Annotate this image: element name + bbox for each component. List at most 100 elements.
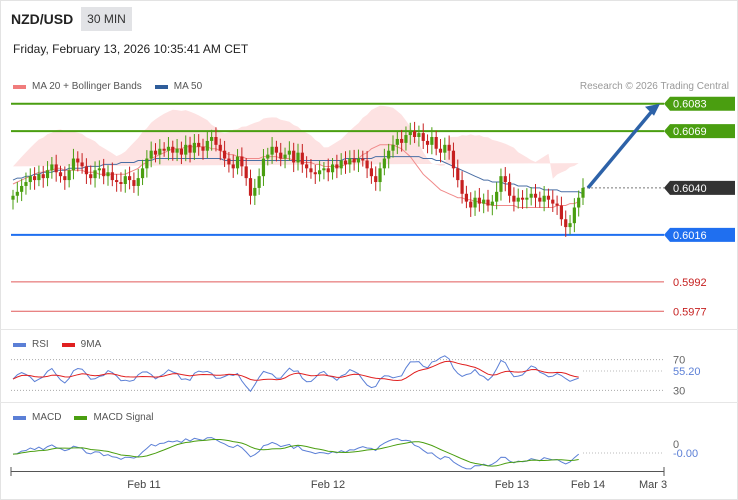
candle-body <box>222 150 227 159</box>
candle <box>482 193 486 214</box>
x-tick-label: Mar 3 <box>639 479 667 491</box>
candle <box>525 188 529 209</box>
candle-body <box>391 144 395 151</box>
level-0.6016: 0.6016 <box>11 227 735 242</box>
candle-body <box>253 187 257 196</box>
candle-body <box>115 180 119 183</box>
candle-body <box>97 168 101 171</box>
candle-body <box>520 197 525 200</box>
candle-body <box>171 146 175 153</box>
candle <box>568 215 572 235</box>
candle <box>499 168 503 201</box>
candle-body <box>227 158 231 165</box>
candle-body <box>244 166 248 179</box>
candle-body <box>447 144 451 151</box>
level-0.6040: 0.6040 <box>583 180 735 195</box>
candle-body <box>24 182 28 186</box>
candle-body <box>417 133 421 137</box>
x-tick-label: Feb 11 <box>127 479 160 491</box>
candle-body <box>339 160 343 169</box>
candle-body <box>184 144 188 155</box>
candle <box>253 178 257 205</box>
candle-body <box>214 137 218 145</box>
candle <box>425 134 430 154</box>
candle <box>32 167 37 190</box>
candle-body <box>499 176 503 192</box>
candle-body <box>54 164 58 173</box>
candle-body <box>564 219 568 228</box>
candle-body <box>313 172 317 175</box>
candle-body <box>473 197 477 208</box>
candle-body <box>84 166 89 175</box>
candle <box>248 169 253 205</box>
candle-body <box>71 158 76 171</box>
candle <box>477 187 481 212</box>
candle-body <box>577 197 581 208</box>
candle <box>37 165 41 187</box>
candle-body <box>464 193 469 202</box>
candle-body <box>292 150 296 163</box>
level-label: 0.6016 <box>673 230 707 242</box>
candle-body <box>412 131 417 137</box>
price-chart: 0.6083 0.6069 0.6040 0.6016 0.5992 0.5977 70 30… <box>0 96 738 491</box>
candle-body <box>106 172 110 177</box>
candle-body <box>456 168 460 181</box>
level-0.5977: 0.5977 <box>11 306 707 318</box>
candle-body <box>67 170 71 181</box>
candle-body <box>300 152 304 165</box>
candle-body <box>197 142 201 147</box>
candle <box>11 189 15 210</box>
candle <box>473 190 477 216</box>
x-tick-label: Feb 13 <box>495 479 529 491</box>
candle-body <box>330 164 335 173</box>
x-tick-label: Feb 12 <box>311 479 345 491</box>
candle-body <box>378 168 382 183</box>
candle <box>28 168 32 190</box>
level-label: 0.6083 <box>673 99 707 111</box>
rsi-level-label: 70 <box>673 355 685 367</box>
candle-body <box>210 137 214 141</box>
candle-body <box>76 158 80 163</box>
candle-body <box>50 164 54 171</box>
candle-body <box>140 168 145 179</box>
candle <box>369 161 374 184</box>
candle-body <box>153 150 158 155</box>
candle <box>313 164 317 184</box>
candle <box>577 190 581 217</box>
candle-body <box>533 193 538 198</box>
candle-body <box>188 144 192 153</box>
candle <box>564 210 568 237</box>
candle-body <box>572 207 576 224</box>
candle-body <box>404 135 408 143</box>
candle-body <box>32 176 37 181</box>
candle-body <box>361 158 365 161</box>
candle <box>438 139 443 163</box>
level-0.5992: 0.5992 <box>11 277 707 289</box>
candle-body <box>58 172 63 177</box>
candle <box>127 166 132 190</box>
candle-body <box>45 170 50 179</box>
macd-current-label: -0.00 <box>673 448 698 460</box>
candle <box>15 182 19 203</box>
macd-signal-line <box>12 439 579 467</box>
candle-body <box>274 146 279 153</box>
candle <box>507 173 512 203</box>
candle <box>115 174 119 192</box>
candle <box>257 168 261 195</box>
candle-body <box>175 148 179 153</box>
candle-body <box>305 164 309 169</box>
candle-body <box>123 176 127 184</box>
candle-body <box>192 142 196 153</box>
candle <box>464 185 469 209</box>
level-label: 0.6069 <box>673 126 707 138</box>
candle-body <box>270 146 274 155</box>
candle-body <box>89 174 93 179</box>
candle-body <box>248 178 253 196</box>
candle-body <box>369 168 374 177</box>
candle-body <box>162 148 166 151</box>
candle-body <box>503 176 507 183</box>
candle-body <box>231 164 235 169</box>
candle <box>378 162 382 192</box>
macd-line <box>12 437 580 470</box>
candle <box>41 165 45 188</box>
